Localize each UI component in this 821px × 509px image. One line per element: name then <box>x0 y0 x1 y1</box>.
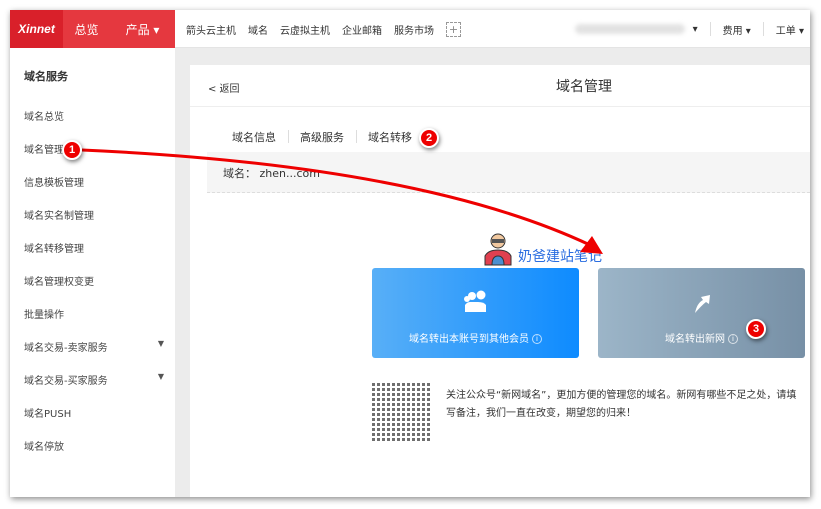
sidebar-item-label: 信息模板管理 <box>24 178 84 189</box>
follow-note: 关注公众号“新网域名”，更加方便的管理您的域名。新网有哪些不足之处，请填写备注，… <box>446 390 797 419</box>
sidebar-title: 域名服务 <box>24 70 68 83</box>
back-link[interactable]: < 返回 <box>208 80 240 95</box>
sidebar-item-realname[interactable]: 域名实名制管理 <box>24 207 164 222</box>
top-navbar: Xinnet 总览 产品 ▾ 箭头云主机 域名 云虚拟主机 企业邮箱 服务市场 … <box>10 10 810 48</box>
sidebar-item-label: 域名交易-卖家服务 <box>24 343 108 354</box>
tickets-menu[interactable]: 工单 ▾ <box>776 22 804 37</box>
fees-menu[interactable]: 费用 ▾ <box>723 22 751 37</box>
domain-row: 域名： zhen...com <box>207 152 810 193</box>
user-menu: ▾ 费用 ▾ 工单 ▾ <box>574 10 804 48</box>
annotation-badge-1: 1 <box>62 140 82 160</box>
sidebar-item-label: 批量操作 <box>24 310 64 321</box>
card-label: 域名转出新网 <box>665 334 725 345</box>
watermark-text: 奶爸建站笔记 <box>518 249 602 265</box>
app-window: Xinnet 总览 产品 ▾ 箭头云主机 域名 云虚拟主机 企业邮箱 服务市场 … <box>10 10 810 497</box>
nav-item[interactable]: 箭头云主机 <box>186 22 236 37</box>
caret-down-icon: ▼ <box>157 339 164 348</box>
nav-item[interactable]: 域名 <box>248 22 268 37</box>
sidebar-item-label: 域名转移管理 <box>24 244 84 255</box>
main-panel: < 返回 域名管理 域名信息 高级服务 域名转移 域名： zhen...com … <box>190 65 810 497</box>
sidebar-item-label: 域名管理 <box>24 145 64 156</box>
info-icon[interactable]: i <box>728 334 738 344</box>
sidebar: 域名服务 域名总览 域名管理 信息模板管理 域名实名制管理 域名转移管理 域名管… <box>10 48 175 497</box>
product-nav: 箭头云主机 域名 云虚拟主机 企业邮箱 服务市场 + <box>186 10 461 48</box>
card-label: 域名转出本账号到其他会员 <box>409 334 529 345</box>
sidebar-item-transfer[interactable]: 域名转移管理 <box>24 240 164 255</box>
sidebar-item-domain-management[interactable]: 域名管理 <box>24 141 164 156</box>
divider <box>709 22 711 36</box>
domain-label: 域名： <box>223 167 256 180</box>
sidebar-item-seller[interactable]: 域名交易-卖家服务 ▼ <box>24 339 164 354</box>
sidebar-item-label: 域名PUSH <box>24 409 72 420</box>
panel-header: < 返回 域名管理 <box>190 65 810 107</box>
sidebar-item-ownership[interactable]: 域名管理权变更 <box>24 273 164 288</box>
transfer-out-card[interactable]: 域名转出新网 i <box>598 268 805 358</box>
sidebar-item-templates[interactable]: 信息模板管理 <box>24 174 164 189</box>
user-dropdown-caret[interactable]: ▾ <box>693 24 698 35</box>
transfer-to-member-card[interactable]: 域名转出本账号到其他会员 i <box>372 268 579 358</box>
watermark: 奶爸建站笔记 <box>482 232 602 266</box>
nav-item[interactable]: 云虚拟主机 <box>280 22 330 37</box>
avatar-icon <box>484 233 512 266</box>
nav-products[interactable]: 产品 ▾ <box>110 10 175 48</box>
sidebar-item-label: 域名总览 <box>24 112 64 123</box>
info-icon[interactable]: i <box>532 334 542 344</box>
caret-down-icon: ▼ <box>157 372 164 381</box>
sidebar-item-label: 域名交易-买家服务 <box>24 376 108 387</box>
arrow-up-icon <box>598 290 805 320</box>
annotation-badge-2: 2 <box>419 128 439 148</box>
xinnet-logo[interactable]: Xinnet <box>10 10 63 48</box>
sidebar-item-batch[interactable]: 批量操作 <box>24 306 164 321</box>
add-nav-button[interactable]: + <box>446 21 461 37</box>
nav-overview[interactable]: 总览 <box>63 10 110 48</box>
divider <box>762 22 764 36</box>
annotation-badge-3: 3 <box>746 319 766 339</box>
sidebar-item-label: 域名实名制管理 <box>24 211 94 222</box>
domain-value: zhen...com <box>259 167 320 180</box>
qr-code <box>372 383 430 441</box>
sidebar-item-push[interactable]: 域名PUSH <box>24 405 164 420</box>
sidebar-item-buyer[interactable]: 域名交易-买家服务 ▼ <box>24 372 164 387</box>
nav-item[interactable]: 企业邮箱 <box>342 22 382 37</box>
sidebar-item-overview[interactable]: 域名总览 <box>24 108 164 123</box>
nav-item[interactable]: 服务市场 <box>394 22 434 37</box>
sidebar-item-label: 域名停放 <box>24 442 64 453</box>
username-blurred[interactable] <box>574 24 685 34</box>
page-title: 域名管理 <box>556 79 612 95</box>
sidebar-item-label: 域名管理权变更 <box>24 277 94 288</box>
users-icon <box>372 290 579 320</box>
sidebar-item-parking[interactable]: 域名停放 <box>24 438 164 453</box>
